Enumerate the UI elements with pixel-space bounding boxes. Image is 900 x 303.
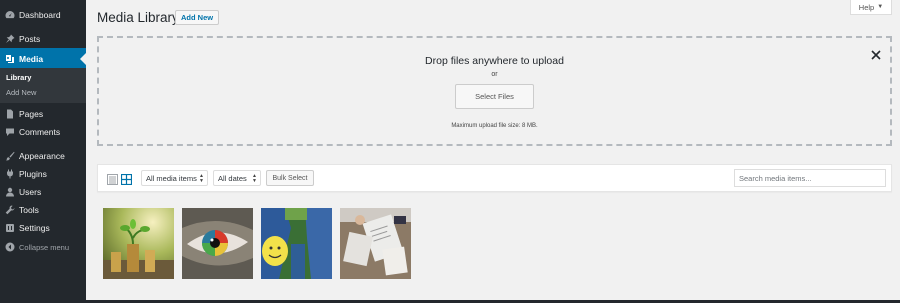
- sidebar-item-label: Dashboard: [19, 10, 61, 20]
- caret-down-icon: ▼: [877, 4, 884, 10]
- sidebar-item-label: Settings: [19, 223, 50, 233]
- smiley-balloon-thumbnail[interactable]: [261, 208, 332, 279]
- submenu-library[interactable]: Library: [6, 73, 31, 82]
- sidebar-item-label: Posts: [19, 34, 41, 44]
- help-tab[interactable]: Help ▼: [850, 0, 892, 15]
- sidebar-item-label: Users: [19, 187, 42, 197]
- collapse-icon: [5, 242, 15, 252]
- wrench-icon: [5, 205, 15, 215]
- list-view-icon[interactable]: [107, 172, 118, 185]
- media-type-filter-value: All media items: [146, 173, 197, 183]
- sidebar-item-dashboard[interactable]: Dashboard: [0, 4, 86, 26]
- max-upload-size: Maximum upload file size: 8 MB.: [451, 123, 538, 129]
- upload-or-text: or: [491, 71, 498, 78]
- active-menu-arrow: [80, 53, 86, 65]
- desk-papers-thumbnail[interactable]: [340, 208, 411, 279]
- search-media-input[interactable]: [734, 169, 886, 187]
- bulk-select-button[interactable]: Bulk Select: [266, 170, 314, 186]
- user-icon: [5, 187, 15, 197]
- dashboard-icon: [5, 10, 15, 20]
- media-type-filter[interactable]: All media items ▲ ▼: [141, 170, 208, 186]
- sidebar-item-label: Comments: [19, 127, 61, 137]
- media-submenu: Library Add New: [0, 68, 86, 103]
- media-icon: [5, 54, 15, 64]
- sidebar-item-label: Tools: [19, 205, 39, 215]
- plant-coins-thumbnail[interactable]: [103, 208, 174, 279]
- submenu-add-new[interactable]: Add New: [6, 88, 36, 97]
- select-arrows-icon: ▲ ▼: [252, 173, 257, 184]
- upload-instructions: Drop files anywhere to upload: [425, 55, 564, 67]
- select-files-button[interactable]: Select Files: [455, 84, 534, 109]
- sidebar-item-label: Pages: [19, 109, 44, 119]
- sidebar-item-label: Media: [19, 54, 44, 64]
- eye-thumbnail[interactable]: [182, 208, 253, 279]
- brush-icon: [5, 151, 15, 161]
- grid-view-icon[interactable]: [120, 172, 133, 186]
- admin-sidebar: Dashboard Posts Media Library Add New Pa…: [0, 0, 86, 303]
- date-filter-value: All dates: [218, 173, 247, 183]
- add-new-button[interactable]: Add New: [175, 10, 220, 25]
- sidebar-item-media[interactable]: Media: [0, 48, 86, 70]
- collapse-menu-button[interactable]: Collapse menu: [0, 236, 86, 258]
- pages-icon: [5, 109, 15, 119]
- plug-icon: [5, 169, 15, 179]
- collapse-menu-label: Collapse menu: [19, 242, 70, 252]
- sidebar-item-label: Appearance: [19, 151, 65, 161]
- help-label: Help: [858, 2, 875, 12]
- comment-icon: [5, 127, 15, 137]
- page-title: Media Library: [97, 10, 179, 25]
- sidebar-item-posts[interactable]: Posts: [0, 28, 86, 50]
- sidebar-item-label: Plugins: [19, 169, 47, 179]
- select-arrows-icon: ▲ ▼: [199, 173, 204, 184]
- date-filter[interactable]: All dates ▲ ▼: [213, 170, 261, 186]
- settings-icon: [5, 223, 15, 233]
- sidebar-item-comments[interactable]: Comments: [0, 121, 86, 143]
- pin-icon: [5, 34, 15, 44]
